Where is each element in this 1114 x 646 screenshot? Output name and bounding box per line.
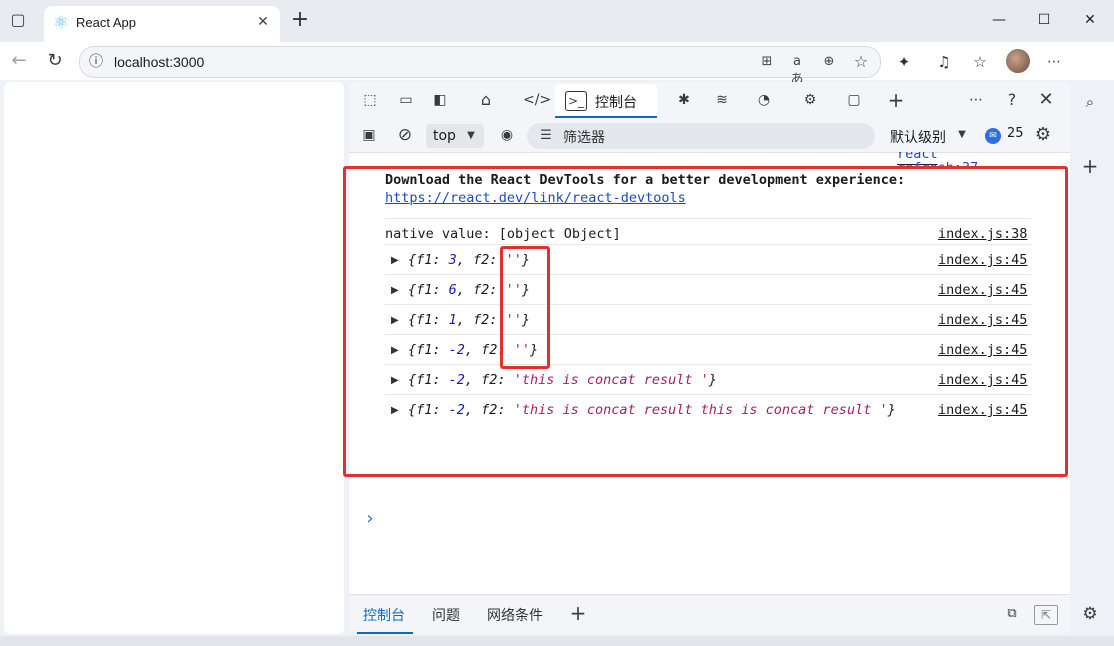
more-icon[interactable]: ⋯ [1044,53,1064,71]
welcome-home-icon[interactable]: ⌂ [475,90,497,110]
clear-console-icon[interactable]: ⊘ [395,125,415,145]
maximize-icon[interactable]: ☐ [1030,8,1058,32]
address-bar[interactable]: ⓘ localhost:3000 ⊞ aあ ⊕ ☆ [79,46,881,87]
annotation-highlight-box [343,166,1068,477]
application-icon[interactable]: ▢ [843,90,865,110]
devtools-close-icon[interactable]: ✕ [1035,90,1057,110]
media-icon[interactable]: ♫ [934,53,954,71]
devtools-toolbar: ⬚ ▭ ◧ ⌂ </> >_ 控制台 ✱ ≋ ◔ ⚙ ▢ + ⋯ ? ✕ [349,82,1070,118]
memory-icon[interactable]: ⚙ [799,90,821,110]
tab-console[interactable]: >_ 控制台 [555,84,657,118]
console-filter-bar: ▣ ⊘ top ▼ ◉ ☰ 筛选器 默认级别 ▼ ✉ 25 ⚙ [349,118,1070,153]
chevron-down-icon[interactable]: ▼ [955,127,969,143]
app-available-icon[interactable]: ⊞ [758,53,776,71]
tab-strip: ▢ ⚛ React App ✕ + — ☐ ✕ [0,0,1114,42]
minimize-icon[interactable]: — [985,8,1013,32]
window-close-icon[interactable]: ✕ [1076,8,1104,32]
console-prompt-icon[interactable]: › [363,510,377,528]
page-viewport [4,82,344,634]
browser-tab[interactable]: ⚛ React App ✕ [44,6,280,42]
drawer-tab-console[interactable]: 控制台 [363,605,405,625]
reload-icon[interactable]: ↻ [44,50,66,72]
favorites-icon[interactable]: ☆ [970,53,990,71]
taskbar-strip [0,636,1114,646]
devtools-more-icon[interactable]: ⋯ [965,90,987,110]
zoom-icon[interactable]: ⊕ [820,53,838,71]
site-info-icon[interactable]: ⓘ [88,54,104,70]
avatar[interactable] [1006,49,1030,73]
search-icon[interactable]: ⌕ [1080,92,1100,112]
context-select[interactable]: top ▼ [426,124,484,148]
drawer-dock-icon[interactable]: ⧉ [1001,605,1023,623]
active-tab-indicator [357,632,413,634]
filter-icon: ☰ [540,128,552,143]
help-icon[interactable]: ? [1001,90,1023,110]
add-drawer-tab-icon[interactable]: + [568,603,588,623]
log-levels-dropdown[interactable]: 默认级别 [890,127,946,147]
network-icon[interactable]: ≋ [711,90,733,110]
react-favicon-icon: ⚛ [53,13,69,33]
favorite-star-icon[interactable]: ☆ [852,53,870,71]
console-icon: >_ [565,91,587,111]
performance-icon[interactable]: ◔ [753,90,775,110]
drawer-tab-network-conditions[interactable]: 网络条件 [487,605,543,625]
url-text[interactable]: localhost:3000 [114,54,204,70]
device-emulation-icon[interactable]: ▭ [395,90,417,110]
drawer-tab-bar: 控制台 问题 网络条件 + ⧉ ⇱ [349,594,1070,634]
read-aloud-icon[interactable]: aあ [788,53,806,87]
navigation-bar: ← ↻ ⓘ localhost:3000 ⊞ aあ ⊕ ☆ ✦ ♫ ☆ ⋯ [0,42,1114,87]
issues-count[interactable]: 25 [1007,126,1024,141]
drawer-tab-issues[interactable]: 问题 [432,605,460,625]
source-link[interactable]: react refresh:37 [897,152,1027,166]
dock-icon[interactable]: ◧ [429,90,451,110]
add-icon[interactable]: + [1080,156,1100,176]
new-tab-icon[interactable]: + [290,9,310,31]
inspect-icon[interactable]: ⬚ [359,90,381,110]
gear-icon[interactable]: ⚙ [1080,604,1100,624]
elements-icon[interactable]: </> [523,90,551,110]
back-icon[interactable]: ← [8,50,30,72]
tab-close-icon[interactable]: ✕ [254,13,272,31]
console-sidebar-icon[interactable]: ▣ [359,125,379,145]
drawer-undock-icon[interactable]: ⇱ [1034,605,1058,625]
annotation-highlight-box [500,246,550,369]
extensions-icon[interactable]: ✦ [894,53,914,71]
filter-placeholder: 筛选器 [563,130,605,146]
context-value: top [433,128,456,144]
issues-icon[interactable]: ✉ [985,128,1001,144]
console-settings-icon[interactable]: ⚙ [1033,125,1053,145]
chevron-down-icon: ▼ [467,130,475,141]
tab-console-label: 控制台 [595,95,637,111]
filter-input[interactable]: ☰ 筛选器 [527,123,875,149]
live-expression-eye-icon[interactable]: ◉ [497,125,517,145]
add-tool-icon[interactable]: + [885,90,907,110]
sidebar-toggle-icon[interactable]: ▢ [8,10,28,30]
sources-bug-icon[interactable]: ✱ [673,90,695,110]
tab-title: React App [76,15,136,30]
